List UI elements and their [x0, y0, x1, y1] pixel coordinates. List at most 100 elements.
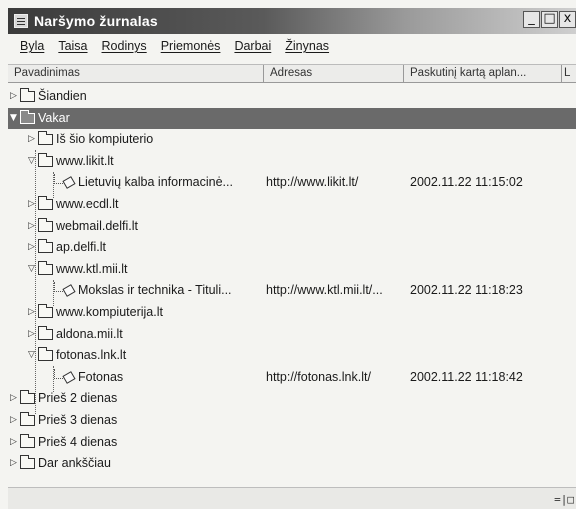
folder-icon — [20, 433, 35, 448]
expander-collapsed-icon[interactable]: ▷ — [28, 221, 37, 231]
history-list-icon — [14, 14, 28, 28]
window-controls: _ □ x — [523, 11, 576, 28]
history-page-row[interactable]: Mokslas ir technika - Tituli... http://ww… — [8, 280, 576, 302]
history-folder-row[interactable]: ▷ Dar ankščiau — [8, 453, 576, 475]
history-folder-row[interactable]: ▽ fotonas.lnk.lt — [8, 345, 576, 367]
history-folder-row[interactable]: ▷ Prieš 3 dienas — [8, 410, 576, 432]
folder-label-is-sio-kompiuterio: Iš šio kompiuterio — [56, 132, 154, 147]
close-button[interactable]: x — [559, 11, 576, 28]
folder-label-pries-3-dienas: Prieš 3 dienas — [38, 412, 118, 427]
page-address: http://fotonas.lnk.lt/ — [266, 369, 371, 384]
folder-icon — [38, 217, 53, 232]
page-title: Lietuvių kalba informacinė... — [78, 175, 233, 190]
folder-icon — [38, 347, 53, 362]
page-title: Mokslas ir technika - Tituli... — [78, 283, 232, 298]
menu-byla[interactable]: Byla — [20, 39, 44, 59]
status-bar: =|□ — [8, 487, 576, 509]
folder-label-ap-delfi-lt: ap.delfi.lt — [56, 240, 107, 255]
folder-icon — [20, 411, 35, 426]
folder-label-pries-4-dienas: Prieš 4 dienas — [38, 434, 118, 449]
expander-collapsed-icon[interactable]: ▷ — [28, 307, 37, 317]
folder-label-dar-anksciau: Dar ankščiau — [38, 456, 111, 471]
expander-collapsed-icon[interactable]: ▷ — [10, 415, 19, 425]
folder-label-www-ktl-mii-lt: www.ktl.mii.lt — [56, 261, 128, 276]
history-folder-row[interactable]: ▷ www.ecdl.lt — [8, 194, 576, 216]
page-address: http://www.likit.lt/ — [266, 175, 359, 190]
column-header-address[interactable]: Adresas — [264, 65, 404, 82]
expander-collapsed-icon[interactable]: ▷ — [28, 134, 37, 144]
history-page-row[interactable]: Fotonas http://fotonas.lnk.lt/2002.11.22 … — [8, 367, 576, 389]
expander-collapsed-icon[interactable]: ▷ — [10, 393, 19, 403]
folder-label-www-ecdl-lt: www.ecdl.lt — [56, 196, 119, 211]
folder-label-vakar: Vakar — [38, 110, 70, 125]
folder-label-www-likit-lt: www.likit.lt — [56, 153, 114, 168]
history-folder-row[interactable]: ▷ www.kompiuterija.lt — [8, 302, 576, 324]
history-folder-row[interactable]: ▽ www.ktl.mii.lt — [8, 259, 576, 281]
expander-collapsed-icon[interactable]: ▷ — [28, 199, 37, 209]
menu-taisa[interactable]: Taisa — [58, 39, 87, 59]
expander-collapsed-icon[interactable]: ▷ — [10, 91, 19, 101]
column-headers: Pavadinimas Adresas Paskutinį kartą apla… — [8, 64, 576, 83]
expander-expanded-icon[interactable]: ▽ — [28, 350, 37, 360]
history-folder-row[interactable]: ▽ www.likit.lt — [8, 151, 576, 173]
folder-icon — [38, 152, 53, 167]
page-last-visited: 2002.11.22 11:18:42 — [410, 369, 523, 384]
menu-zinynas[interactable]: Žinynas — [285, 39, 329, 59]
page-address: http://www.ktl.mii.lt/... — [266, 283, 383, 298]
tree-connector — [54, 174, 63, 185]
minimize-button[interactable]: _ — [523, 11, 540, 28]
folder-icon — [20, 455, 35, 470]
tree-connector — [54, 368, 63, 379]
expander-collapsed-icon[interactable]: ▷ — [10, 458, 19, 468]
history-folder-row[interactable]: ▷ Prieš 2 dienas — [8, 388, 576, 410]
page-icon — [62, 284, 76, 298]
history-folder-row[interactable]: ▷ Šiandien — [8, 86, 576, 108]
history-window: Naršymo žurnalas _ □ x Byla Taisa Rodiny… — [0, 0, 576, 509]
history-folder-row[interactable]: ▷ ap.delfi.lt — [8, 237, 576, 259]
folder-icon — [38, 260, 53, 275]
page-title: Fotonas — [78, 369, 124, 384]
expander-collapsed-icon[interactable]: ▷ — [28, 329, 37, 339]
menu-bar: Byla Taisa Rodinys Priemonės Darbai Žiny… — [20, 39, 329, 59]
menu-darbai[interactable]: Darbai — [234, 39, 271, 59]
folder-icon — [20, 109, 35, 124]
history-folder-row[interactable]: ▼ Vakar — [8, 107, 576, 130]
menu-rodinys[interactable]: Rodinys — [102, 39, 147, 59]
folder-icon — [38, 239, 53, 254]
folder-label-www-kompiuterija-lt: www.kompiuterija.lt — [56, 304, 163, 319]
folder-label-aldona-mii-lt: aldona.mii.lt — [56, 326, 123, 341]
page-last-visited: 2002.11.22 11:18:23 — [410, 283, 523, 298]
history-folder-row[interactable]: ▷ webmail.delfi.lt — [8, 216, 576, 238]
history-folder-row[interactable]: ▷ Iš šio kompiuterio — [8, 129, 576, 151]
folder-label-siandien: Šiandien — [38, 89, 87, 103]
column-header-last-visited[interactable]: Paskutinį kartą aplan... — [404, 65, 562, 82]
folder-icon — [38, 303, 53, 318]
title-bar[interactable]: Naršymo žurnalas _ □ x — [8, 8, 576, 34]
page-last-visited: 2002.11.22 11:15:02 — [410, 175, 523, 190]
expander-expanded-icon[interactable]: ▽ — [28, 264, 37, 274]
folder-icon — [38, 131, 53, 146]
folder-icon — [20, 88, 35, 102]
column-header-more[interactable]: L — [562, 65, 576, 82]
expander-collapsed-icon[interactable]: ▷ — [28, 242, 37, 252]
column-header-name[interactable]: Pavadinimas — [8, 65, 264, 82]
expander-expanded-icon[interactable]: ▼ — [10, 113, 19, 123]
page-icon — [62, 176, 76, 190]
history-tree: ▷ Šiandien ▼ Vakar ▷ Iš šio kompiuterio ▽ www.l… — [8, 86, 576, 475]
history-folder-row[interactable]: ▷ Prieš 4 dienas — [8, 432, 576, 454]
menu-priemones[interactable]: Priemonės — [161, 39, 221, 59]
folder-label-webmail-delfi-lt: webmail.delfi.lt — [56, 218, 138, 233]
maximize-button[interactable]: □ — [541, 11, 558, 28]
history-page-row[interactable]: Lietuvių kalba informacinė... http://www.… — [8, 172, 576, 194]
folder-icon — [20, 390, 35, 405]
page-icon — [62, 370, 76, 384]
folder-label-fotonas-lnk-lt: fotonas.lnk.lt — [56, 348, 127, 363]
expander-expanded-icon[interactable]: ▽ — [28, 156, 37, 166]
folder-icon — [38, 195, 53, 210]
expander-collapsed-icon[interactable]: ▷ — [10, 437, 19, 447]
folder-icon — [38, 325, 53, 340]
folder-label-pries-2-dienas: Prieš 2 dienas — [38, 391, 118, 406]
tree-connector — [54, 282, 63, 293]
resize-grip-icon[interactable]: =|□ — [554, 493, 574, 506]
history-folder-row[interactable]: ▷ aldona.mii.lt — [8, 324, 576, 346]
